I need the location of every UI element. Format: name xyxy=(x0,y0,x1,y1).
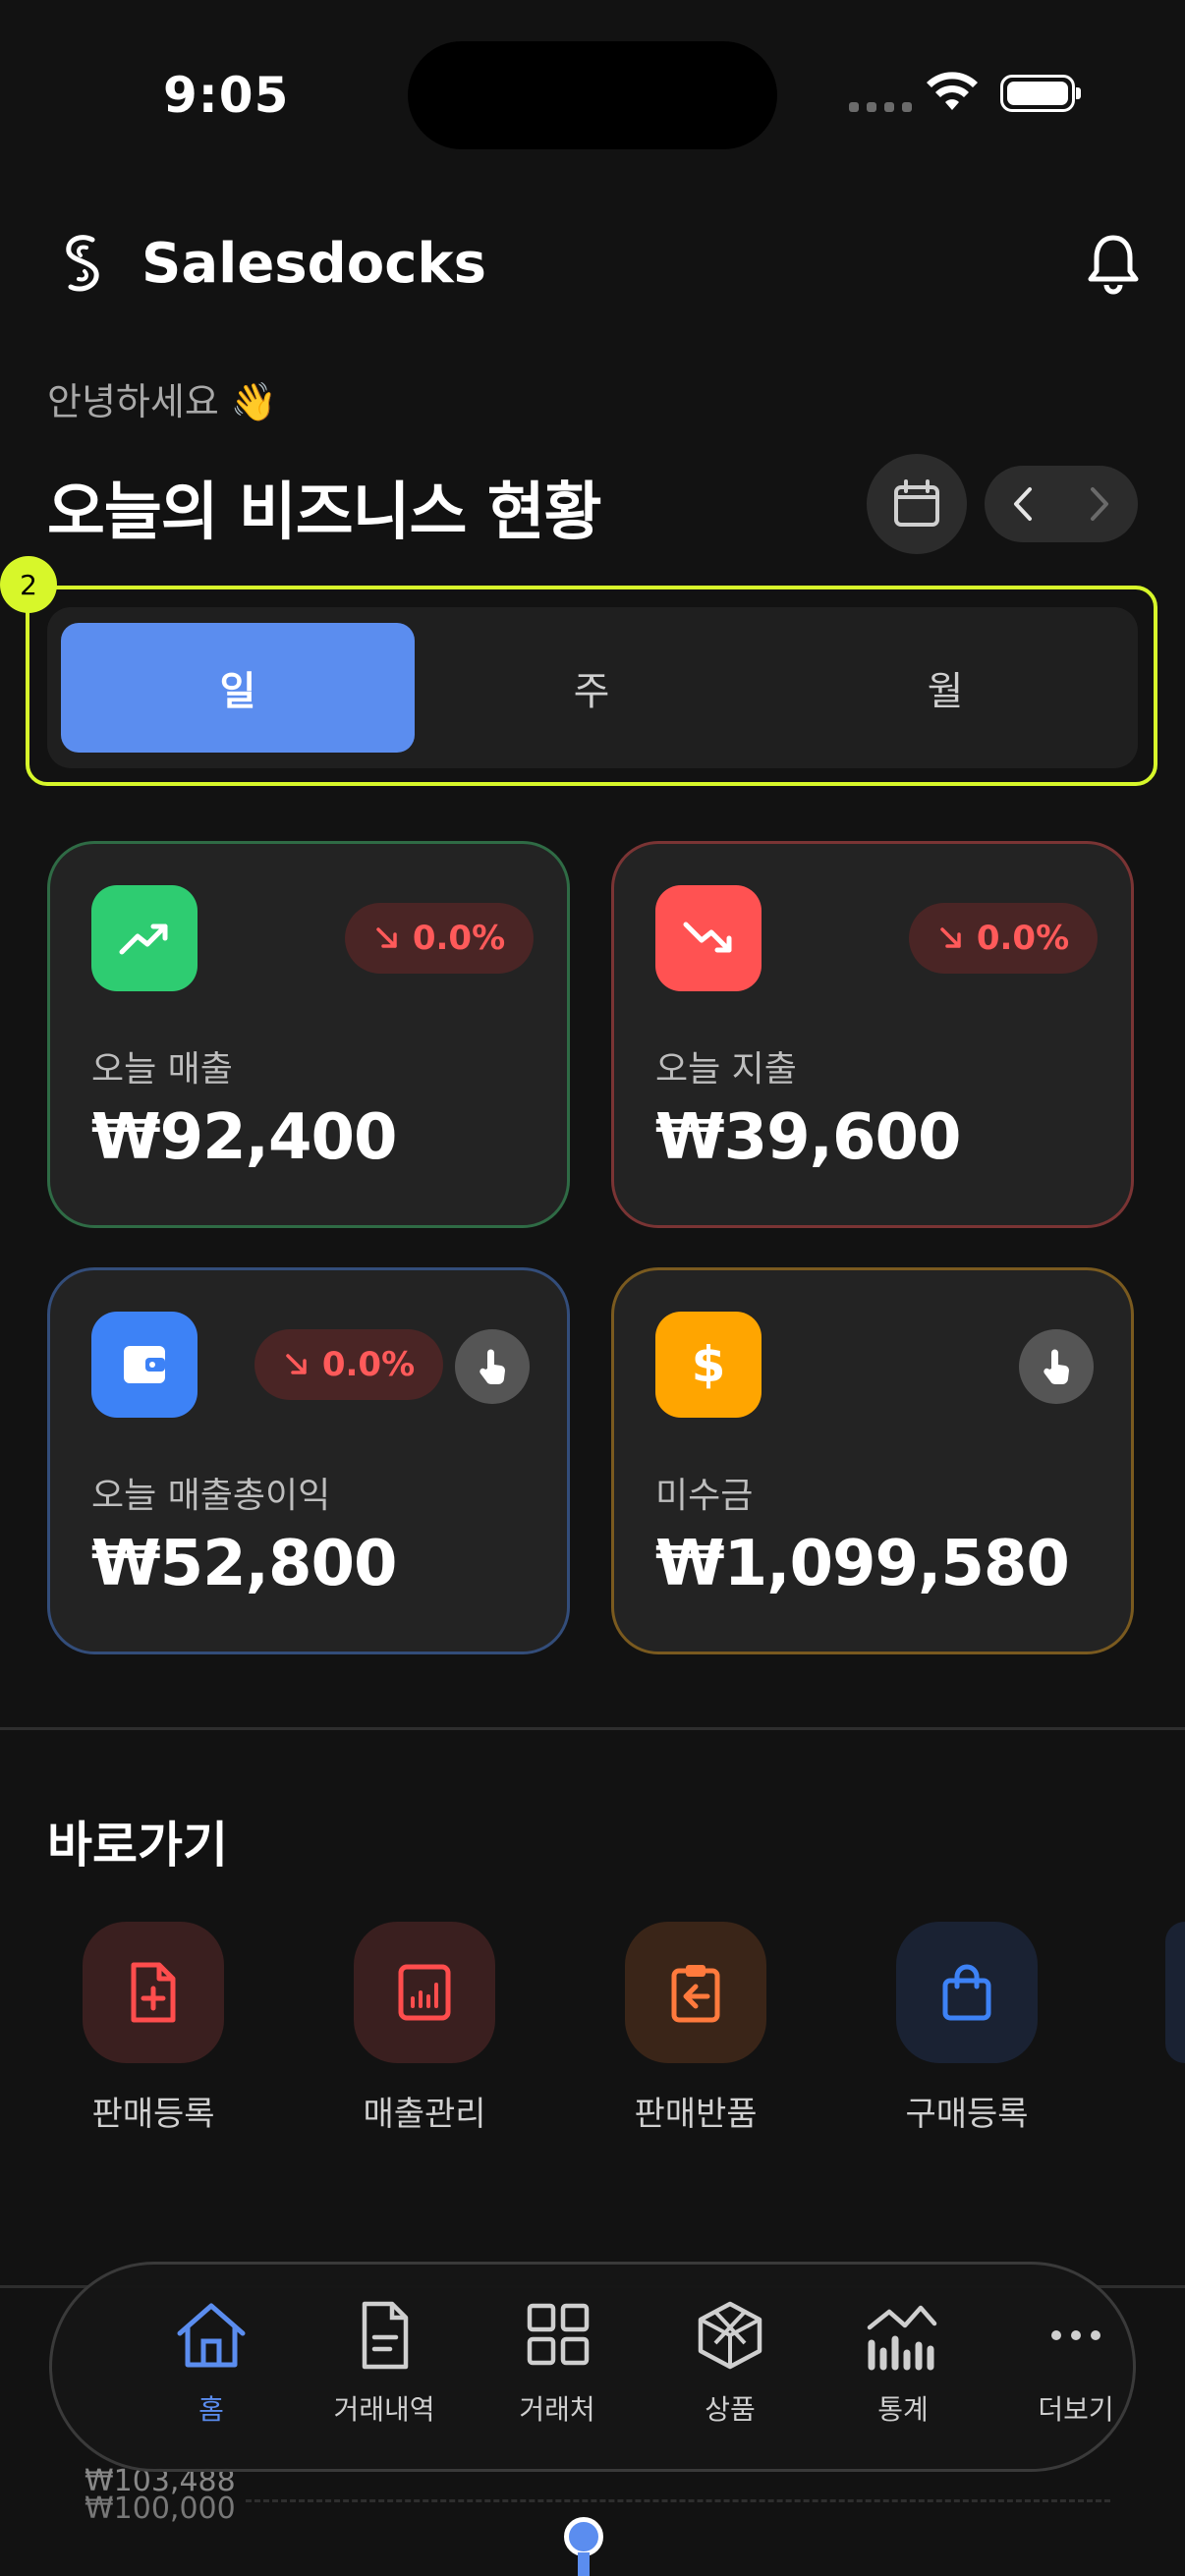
receivables-card[interactable]: $ 미수금 ₩1,099,580 xyxy=(611,1267,1134,1654)
nav-label: 통계 xyxy=(877,2393,929,2426)
nav-label: 거래내역 xyxy=(333,2393,435,2426)
shortcut-sales-return[interactable]: 판매반품 xyxy=(597,1922,794,2135)
stat-amount: ₩92,400 xyxy=(91,1101,398,1174)
arrow-down-right-icon xyxy=(376,927,397,948)
nav-label: 더보기 xyxy=(1038,2393,1114,2426)
shopping-bag-icon xyxy=(896,1922,1038,2063)
stat-label: 미수금 xyxy=(655,1476,754,1516)
change-value: 0.0% xyxy=(412,919,506,958)
change-value: 0.0% xyxy=(321,1345,416,1384)
tap-hint-button[interactable] xyxy=(1019,1329,1094,1404)
shortcut-label: 판매반품 xyxy=(634,2095,758,2134)
chart-bar xyxy=(578,2552,590,2576)
stat-amount: ₩39,600 xyxy=(655,1101,962,1174)
chevron-right-icon[interactable] xyxy=(1081,483,1116,525)
expense-card[interactable]: 0.0% 오늘 지출 ₩39,600 xyxy=(611,841,1134,1228)
shortcut-label: 매출관리 xyxy=(363,2095,486,2134)
chart-axis-label: ₩100,000 xyxy=(85,2492,236,2526)
date-navigation xyxy=(985,466,1138,542)
change-badge: 0.0% xyxy=(909,903,1098,974)
document-icon xyxy=(362,2301,409,2370)
shortcut-purchase-register[interactable]: 구매등록 xyxy=(869,1922,1065,2135)
annotation-badge: 2 xyxy=(0,556,57,613)
stat-label: 오늘 매출 xyxy=(91,1049,233,1090)
report-chart-icon xyxy=(354,1922,495,2063)
nav-label: 상품 xyxy=(705,2393,756,2426)
more-icon xyxy=(1051,2330,1100,2340)
wifi-icon xyxy=(927,72,978,110)
arrow-down-right-icon xyxy=(940,927,961,948)
shortcut-sales-register[interactable]: 판매등록 xyxy=(55,1922,252,2135)
nav-statistics[interactable]: 통계 xyxy=(817,2300,989,2428)
cellular-signal-icon xyxy=(849,102,912,112)
notification-bell-icon[interactable] xyxy=(1085,232,1142,295)
nav-home[interactable]: 홈 xyxy=(125,2300,298,2428)
nav-more[interactable]: 더보기 xyxy=(989,2300,1162,2428)
battery-icon xyxy=(1000,75,1081,112)
chart-icon xyxy=(867,2305,937,2371)
shortcut-sales-management[interactable]: 매출관리 xyxy=(326,1922,523,2135)
gross-profit-card[interactable]: 0.0% 오늘 매출총이익 ₩52,800 xyxy=(47,1267,570,1654)
status-time: 9:05 xyxy=(163,67,290,124)
shortcut-label: 판매등록 xyxy=(91,2095,215,2134)
greeting: 안녕하세요 👋 xyxy=(47,380,278,423)
section-divider xyxy=(0,1727,1185,1730)
salesdocks-logo-icon xyxy=(66,235,99,292)
shortcuts-title: 바로가기 xyxy=(47,1817,228,1874)
dollar-icon: $ xyxy=(655,1312,762,1418)
cube-icon xyxy=(698,2301,762,2370)
file-plus-icon xyxy=(83,1922,224,2063)
home-icon xyxy=(177,2303,246,2368)
tab-month[interactable]: 월 xyxy=(768,623,1122,753)
shortcut-label: 구매등록 xyxy=(905,2095,1029,2134)
wallet-icon xyxy=(91,1312,198,1418)
chart-reference-line xyxy=(246,2499,1110,2502)
nav-label: 홈 xyxy=(198,2393,224,2426)
tab-week[interactable]: 주 xyxy=(415,623,768,753)
stat-amount: ₩1,099,580 xyxy=(655,1528,1070,1600)
trending-up-icon xyxy=(91,885,198,991)
nav-products[interactable]: 상품 xyxy=(644,2300,817,2428)
stat-amount: ₩52,800 xyxy=(91,1528,398,1600)
grid-icon xyxy=(527,2303,590,2366)
chevron-left-icon[interactable] xyxy=(1006,483,1042,525)
change-value: 0.0% xyxy=(976,919,1070,958)
calendar-icon xyxy=(894,479,939,527)
change-badge: 0.0% xyxy=(254,1329,443,1400)
nav-transactions[interactable]: 거래내역 xyxy=(298,2300,471,2428)
tap-hint-button[interactable] xyxy=(455,1329,530,1404)
tab-day[interactable]: 일 xyxy=(61,623,415,753)
chart-point xyxy=(564,2517,603,2556)
bottom-navigation: 홈 거래내역 거래처 상품 통계 더보기 xyxy=(49,2262,1136,2472)
shortcut-partial[interactable] xyxy=(1165,1922,1185,2063)
arrow-down-right-icon xyxy=(286,1354,307,1374)
change-badge: 0.0% xyxy=(345,903,534,974)
page-title: 오늘의 비즈니스 현황 xyxy=(47,476,601,549)
dynamic-island xyxy=(408,41,777,149)
stat-label: 오늘 매출총이익 xyxy=(91,1476,331,1516)
hand-pointer-icon xyxy=(1044,1349,1070,1384)
period-tabs: 일 주 월 xyxy=(47,607,1138,768)
sales-card[interactable]: 0.0% 오늘 매출 ₩92,400 xyxy=(47,841,570,1228)
nav-label: 거래처 xyxy=(519,2393,595,2426)
trending-down-icon xyxy=(655,885,762,991)
clipboard-return-icon xyxy=(625,1922,766,2063)
nav-partners[interactable]: 거래처 xyxy=(471,2300,644,2428)
calendar-button[interactable] xyxy=(867,454,967,554)
app-name: Salesdocks xyxy=(141,232,486,296)
stat-label: 오늘 지출 xyxy=(655,1049,797,1090)
hand-pointer-icon xyxy=(480,1349,506,1384)
